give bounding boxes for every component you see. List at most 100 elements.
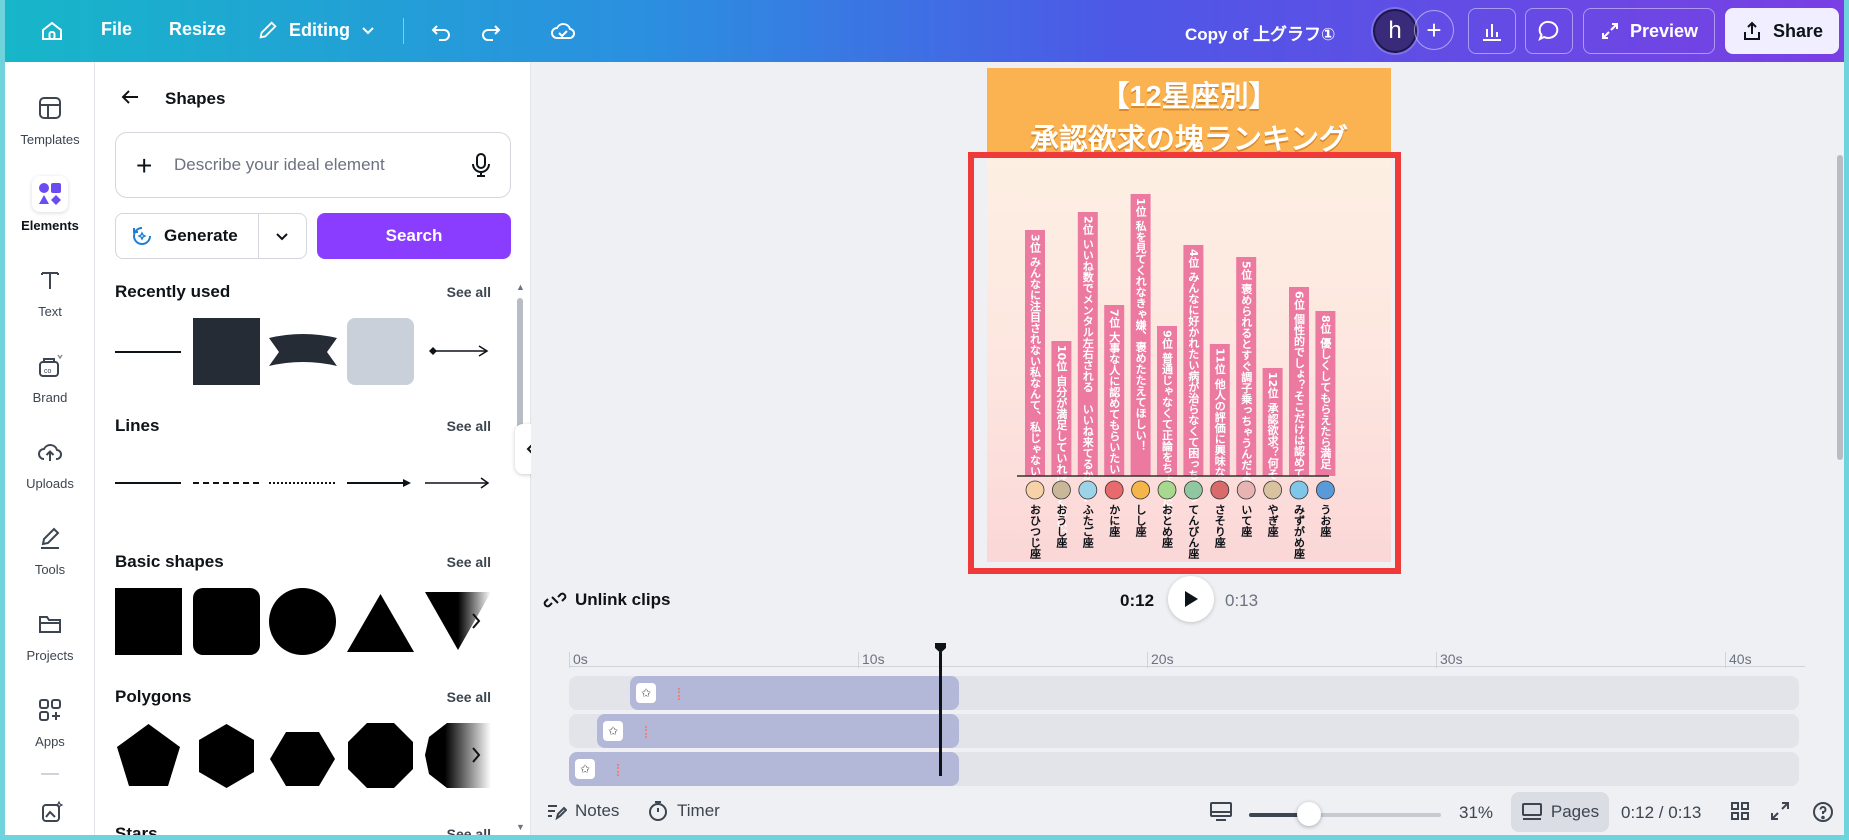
timer-button[interactable]: Timer	[647, 800, 720, 822]
tick-label-0s: 0s	[573, 651, 588, 667]
see-all-lines-link[interactable]: See all	[447, 418, 491, 434]
arrow-line-thumb[interactable]	[347, 476, 413, 490]
add-collaborator-button[interactable]: +	[1414, 10, 1454, 50]
decagon-shape-thumb[interactable]	[425, 722, 491, 789]
rail-item-elements[interactable]: Elements	[5, 176, 95, 256]
timeline-clip-2[interactable]: ✩	[597, 714, 959, 748]
zoom-slider-knob[interactable]	[1296, 802, 1321, 826]
fullscreen-button[interactable]	[1769, 800, 1791, 822]
see-all-basic-link[interactable]: See all	[447, 554, 491, 570]
play-button[interactable]	[1168, 576, 1214, 622]
rail-item-apps[interactable]: Apps	[5, 692, 95, 772]
current-time: 0:12	[1120, 591, 1155, 610]
square-shape-thumb[interactable]	[115, 588, 182, 655]
wide-hexagon-shape-thumb[interactable]	[269, 730, 336, 788]
octagon-shape-thumb[interactable]	[347, 722, 414, 789]
text-icon	[32, 262, 68, 298]
generate-options-dropdown[interactable]	[259, 214, 306, 258]
pentagon-shape-thumb[interactable]	[115, 722, 182, 789]
lines-title: Lines	[115, 416, 160, 435]
hexagon-shape-thumb[interactable]	[193, 722, 260, 789]
inverted-triangle-shape-thumb[interactable]	[425, 588, 491, 655]
notes-button[interactable]: Notes	[545, 800, 619, 822]
grid-view-button[interactable]	[1729, 800, 1751, 822]
insights-button[interactable]	[1468, 8, 1516, 54]
recent-ribbon-thumb[interactable]	[269, 332, 337, 372]
dashed-line-thumb[interactable]	[193, 480, 259, 486]
share-button[interactable]: Share	[1725, 8, 1839, 54]
see-all-polygons-link[interactable]: See all	[447, 689, 491, 705]
scroll-up-icon[interactable]: ▲	[516, 282, 525, 292]
comments-button[interactable]	[1525, 8, 1573, 54]
undo-icon[interactable]	[424, 14, 458, 48]
back-arrow-icon[interactable]	[115, 82, 145, 112]
dotted-line-thumb[interactable]	[269, 480, 335, 486]
scroll-down-icon[interactable]: ▼	[516, 822, 525, 832]
preview-button[interactable]: Preview	[1583, 8, 1715, 54]
expand-icon	[1601, 23, 1618, 39]
describe-element-box[interactable]: +	[115, 132, 511, 198]
open-arrow-line-thumb[interactable]	[425, 476, 491, 490]
basic-shapes-title: Basic shapes	[115, 552, 224, 571]
footer-bar: Notes Timer 31% Pages 0:12 / 0:13	[531, 790, 1844, 835]
fullscreen-icon	[1771, 802, 1789, 820]
canva-editor: File Resize Editing Copy of 上グラフ① h + Pr…	[0, 0, 1849, 840]
see-all-recent-link[interactable]: See all	[447, 284, 491, 300]
see-all-stars-link[interactable]: See all	[447, 826, 491, 835]
user-avatar[interactable]: h	[1373, 9, 1417, 53]
home-icon[interactable]	[35, 14, 69, 48]
canvas-scrollbar[interactable]	[1837, 155, 1843, 460]
share-icon	[1743, 21, 1760, 40]
recently-used-title: Recently used	[115, 282, 231, 301]
redo-icon[interactable]	[474, 14, 508, 48]
file-menu[interactable]: File	[101, 19, 132, 40]
editing-mode-dropdown[interactable]: Editing	[257, 19, 376, 41]
lines-header: Lines See all	[115, 416, 491, 436]
rail-item-projects[interactable]: Projects	[5, 606, 95, 686]
circle-shape-thumb[interactable]	[269, 588, 336, 655]
triangle-shape-thumb[interactable]	[347, 594, 414, 654]
cloud-saved-icon[interactable]	[546, 14, 580, 48]
timeline-track-1[interactable]: ✩	[569, 676, 1799, 710]
stars-header: Stars See all	[115, 824, 491, 835]
generate-button[interactable]: Generate	[116, 214, 259, 258]
playhead[interactable]	[939, 652, 942, 776]
document-title[interactable]: Copy of 上グラフ①	[1185, 20, 1335, 45]
timeline-track-3[interactable]: ✩	[569, 752, 1799, 786]
rail-item-uploads[interactable]: Uploads	[5, 434, 95, 514]
microphone-icon[interactable]	[466, 150, 496, 180]
plus-icon[interactable]: +	[136, 152, 152, 180]
timeline-clip-1[interactable]: ✩	[630, 676, 959, 710]
page-view-toggle[interactable]	[1209, 800, 1233, 822]
left-rail: Templates Elements Text co Brand Uploads	[5, 62, 95, 835]
search-button[interactable]: Search	[317, 213, 511, 259]
describe-element-input[interactable]	[174, 155, 454, 175]
rounded-square-shape-thumb[interactable]	[193, 588, 260, 655]
timer-label: Timer	[677, 801, 720, 820]
magic-media-icon[interactable]	[34, 794, 70, 830]
help-button[interactable]	[1811, 800, 1835, 824]
rail-item-brand[interactable]: co Brand	[5, 348, 95, 428]
pages-button[interactable]: Pages	[1511, 792, 1609, 832]
recent-arrow-line-thumb[interactable]	[425, 343, 491, 359]
recent-line-thumb[interactable]	[115, 318, 181, 384]
panel-scrollbar[interactable]	[517, 298, 523, 428]
recent-rounded-square-thumb[interactable]	[347, 318, 414, 385]
rail-label-templates: Templates	[20, 132, 80, 147]
rail-label-text: Text	[38, 304, 62, 319]
unlink-clips-label: Unlink clips	[575, 590, 671, 609]
timeline-track-2[interactable]: ✩	[569, 714, 1799, 748]
rail-item-tools[interactable]: Tools	[5, 520, 95, 600]
timeline-clip-3[interactable]: ✩	[569, 752, 959, 786]
tick-label-10s: 10s	[862, 651, 885, 667]
zoom-percentage[interactable]: 31%	[1459, 803, 1493, 823]
selection-highlight-box	[968, 152, 1401, 574]
zoom-slider-track[interactable]	[1249, 813, 1441, 817]
resize-menu[interactable]: Resize	[169, 19, 226, 40]
unlink-clips-button[interactable]: Unlink clips	[543, 588, 670, 612]
notes-icon	[548, 805, 567, 821]
recent-square-thumb[interactable]	[193, 318, 260, 385]
rail-item-templates[interactable]: Templates	[5, 90, 95, 170]
rail-item-text[interactable]: Text	[5, 262, 95, 342]
solid-line-thumb[interactable]	[115, 480, 181, 486]
